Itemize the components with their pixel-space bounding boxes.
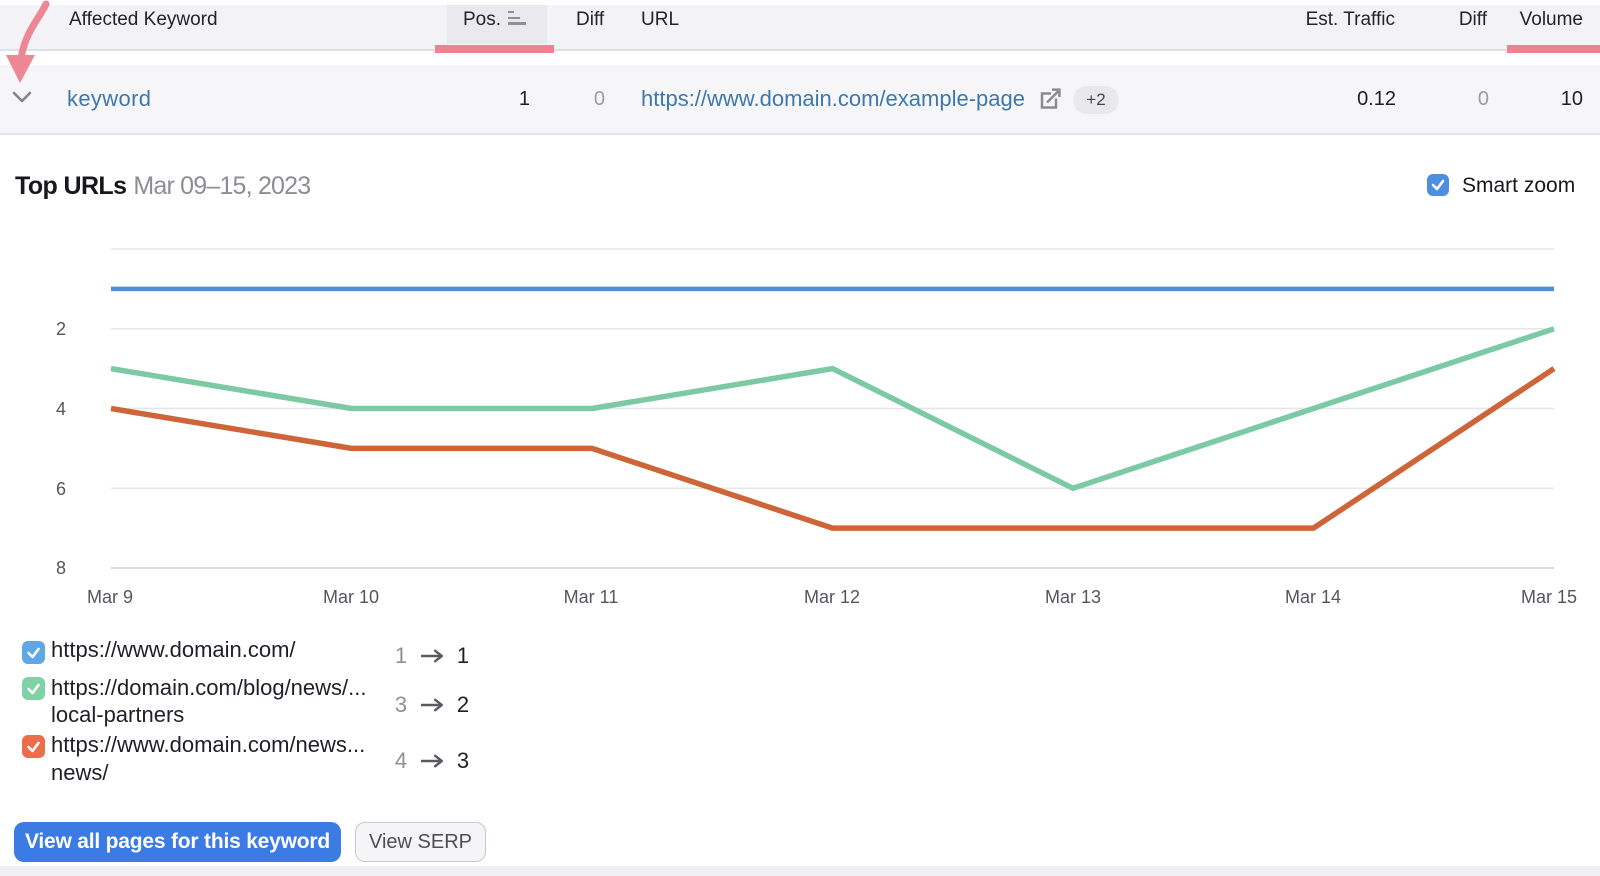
svg-text:Mar 9: Mar 9: [87, 587, 133, 607]
svg-text:Mar 13: Mar 13: [1045, 587, 1101, 607]
svg-text:Mar 15: Mar 15: [1521, 587, 1577, 607]
svg-text:6: 6: [56, 479, 66, 499]
svg-text:2: 2: [56, 319, 66, 339]
svg-text:Mar 10: Mar 10: [323, 587, 379, 607]
svg-text:4: 4: [56, 399, 66, 419]
svg-text:8: 8: [56, 558, 66, 578]
svg-text:Mar 12: Mar 12: [804, 587, 860, 607]
svg-text:Mar 14: Mar 14: [1285, 587, 1341, 607]
svg-text:Mar 11: Mar 11: [564, 587, 619, 607]
